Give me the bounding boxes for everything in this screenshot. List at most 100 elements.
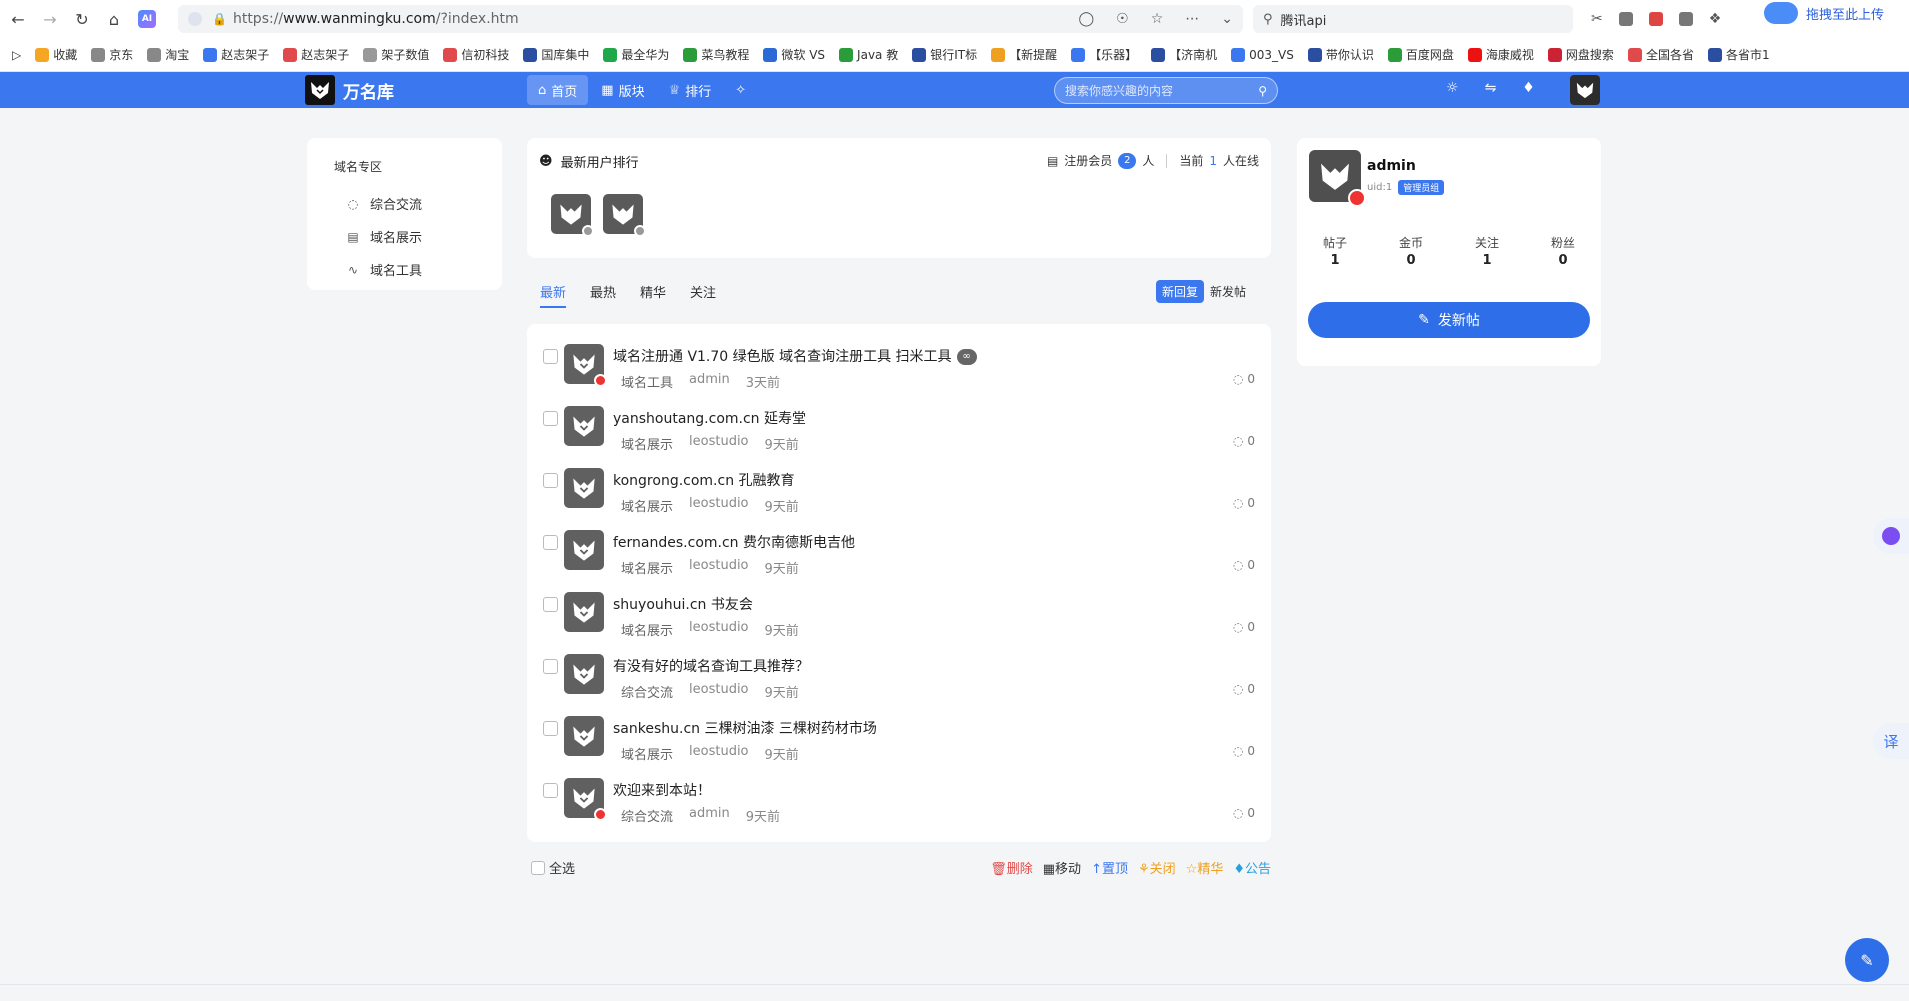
feed-tab[interactable]: 关注 — [690, 282, 716, 308]
pin-top-button[interactable]: ↑置顶 — [1091, 858, 1128, 877]
nav-tab[interactable]: ♕ 排行 — [658, 75, 723, 105]
sort-option[interactable]: 新发帖 — [1204, 280, 1252, 303]
bookmark-item[interactable]: 淘宝 — [147, 46, 189, 63]
bookmark-item[interactable]: 【济南机 — [1151, 46, 1217, 63]
ai-assistant-icon[interactable]: AI — [138, 10, 156, 28]
post-checkbox[interactable] — [543, 721, 558, 736]
feed-tab[interactable]: 精华 — [640, 282, 666, 308]
pin-icon[interactable]: ☉ — [1116, 11, 1129, 27]
baidu-upload-widget[interactable]: 拖拽至此上传 — [1739, 0, 1909, 26]
site-logo[interactable]: 万名库 — [305, 75, 394, 105]
post-checkbox[interactable] — [543, 783, 558, 798]
bookmark-item[interactable]: 国库集中 — [523, 46, 589, 63]
bookmark-item[interactable]: 全国各省 — [1627, 46, 1694, 63]
select-all-checkbox[interactable] — [531, 860, 545, 875]
assistant-float-icon[interactable] — [1873, 518, 1909, 554]
post-author-avatar[interactable] — [564, 778, 607, 821]
post-author-avatar[interactable] — [564, 654, 604, 694]
featured-button[interactable]: ☆精华 — [1186, 858, 1224, 877]
bookmark-item[interactable]: 003_VS — [1231, 47, 1294, 62]
tab-icon[interactable] — [1678, 12, 1693, 26]
browser-search-input[interactable]: ⚲ 腾讯api — [1253, 5, 1573, 33]
profile-name[interactable]: admin — [1367, 158, 1416, 174]
post-title[interactable]: fernandes.com.cn 费尔南德斯电吉他 — [613, 532, 855, 552]
bookmark-item[interactable]: 赵志架子 — [283, 46, 349, 63]
profile-stat[interactable]: 关注 1 — [1449, 234, 1525, 268]
bookmark-item[interactable]: 架子数值 — [363, 46, 429, 63]
bookmark-item[interactable]: 【新提醒 — [991, 46, 1057, 63]
bookmark-item[interactable]: 信初科技 — [443, 46, 509, 63]
profile-stat[interactable]: 帖子 1 — [1297, 234, 1373, 268]
translate-float-button[interactable]: 译 — [1873, 723, 1909, 759]
sidebar-item[interactable]: ▤ 域名展示 — [334, 220, 502, 253]
sidebar-toggle-icon[interactable]: ▷ — [12, 48, 21, 62]
post-checkbox[interactable] — [543, 411, 558, 426]
compose-fab[interactable]: ✎ — [1845, 938, 1889, 982]
post-title[interactable]: shuyouhui.cn 书友会 — [613, 594, 753, 614]
post-author-avatar[interactable] — [564, 468, 604, 508]
post-title[interactable]: 欢迎来到本站！ — [613, 780, 711, 800]
post-checkbox[interactable] — [543, 659, 558, 674]
bookmark-item[interactable]: Java 教 — [839, 46, 898, 63]
sort-option[interactable]: 新回复 — [1156, 280, 1205, 303]
post-title[interactable]: 域名注册通 V1.70 绿色版 域名查询注册工具 扫米工具 ∞ — [613, 346, 977, 366]
bookmark-item[interactable]: 收藏 — [35, 46, 77, 63]
post-author-avatar[interactable] — [564, 592, 604, 632]
post-author-avatar[interactable] — [564, 344, 607, 387]
post-checkbox[interactable] — [543, 597, 558, 612]
user-avatar[interactable] — [1570, 75, 1600, 105]
post-title[interactable]: sankeshu.cn 三棵树油漆 三棵树药材市场 — [613, 718, 877, 738]
bookmark-item[interactable]: 海康威视 — [1467, 46, 1534, 63]
speed-icon[interactable]: ◯ — [1078, 11, 1094, 27]
cut-icon[interactable]: ✂ — [1591, 11, 1603, 27]
extension-icon[interactable] — [1618, 12, 1633, 26]
sidebar-item[interactable]: ∿ 域名工具 — [334, 253, 502, 286]
delete-button[interactable]: 🗑删除 — [990, 858, 1033, 877]
reload-icon[interactable]: ↻ — [68, 5, 96, 33]
post-title[interactable]: yanshoutang.com.cn 延寿堂 — [613, 408, 806, 428]
address-bar[interactable]: 🔒 https://www.wanmingku.com/?index.htm ◯… — [178, 5, 1243, 33]
back-icon[interactable]: ← — [4, 5, 32, 33]
profile-avatar[interactable] — [1309, 150, 1366, 207]
bookmark-item[interactable]: 各省市1 — [1707, 46, 1770, 63]
search-icon[interactable]: ⚲ — [1258, 84, 1267, 98]
post-title[interactable]: kongrong.com.cn 孔融教育 — [613, 470, 795, 490]
new-post-button[interactable]: ✎ 发新帖 — [1308, 302, 1590, 338]
feed-tab[interactable]: 最新 — [540, 282, 567, 308]
bookmark-item[interactable]: 微软 VS — [763, 46, 825, 63]
bookmark-item[interactable]: 京东 — [91, 46, 133, 63]
select-all-label[interactable]: 全选 — [549, 858, 575, 877]
extension-icon[interactable] — [1648, 12, 1663, 26]
chevron-down-icon[interactable]: ⌄ — [1221, 11, 1233, 27]
puzzle-icon[interactable]: ❖ — [1709, 11, 1722, 27]
bookmark-item[interactable]: 最全华为 — [603, 46, 669, 63]
user-avatar[interactable] — [603, 194, 646, 237]
post-author-avatar[interactable] — [564, 530, 604, 570]
bookmark-item[interactable]: 【乐器】 — [1071, 46, 1137, 63]
post-author-avatar[interactable] — [564, 716, 604, 756]
post-category[interactable]: 综合交流 — [621, 806, 673, 825]
sidebar-item[interactable]: ◌ 综合交流 — [334, 187, 502, 220]
notice-button[interactable]: ♦公告 — [1233, 858, 1271, 877]
move-button[interactable]: ▦移动 — [1043, 858, 1081, 877]
post-checkbox[interactable] — [543, 349, 558, 364]
post-author-avatar[interactable] — [564, 406, 604, 446]
more-icon[interactable]: ⋯ — [1185, 11, 1199, 27]
forward-icon[interactable]: → — [36, 5, 64, 33]
profile-stat[interactable]: 金币 0 — [1373, 234, 1449, 268]
theme-icon[interactable]: ☼ — [1446, 80, 1459, 96]
activity-nav-icon[interactable]: ✧ — [724, 75, 757, 105]
profile-stat[interactable]: 粉丝 0 — [1525, 234, 1601, 268]
post-author[interactable]: admin — [689, 806, 730, 825]
bookmark-item[interactable]: 百度网盘 — [1387, 46, 1454, 63]
site-search-input[interactable]: 搜索你感兴趣的内容 ⚲ — [1054, 77, 1278, 104]
bookmark-item[interactable]: 带你认识 — [1307, 46, 1374, 63]
star-icon[interactable]: ☆ — [1151, 11, 1164, 27]
post-checkbox[interactable] — [543, 473, 558, 488]
nav-tab[interactable]: ⌂ 首页 — [527, 75, 589, 105]
bookmark-item[interactable]: 银行IT标 — [912, 46, 977, 63]
user-avatar[interactable] — [551, 194, 594, 237]
nav-tab[interactable]: ▦ 版块 — [590, 75, 655, 105]
feed-tab[interactable]: 最热 — [590, 282, 616, 308]
close-button[interactable]: ⚘关闭 — [1138, 858, 1176, 877]
